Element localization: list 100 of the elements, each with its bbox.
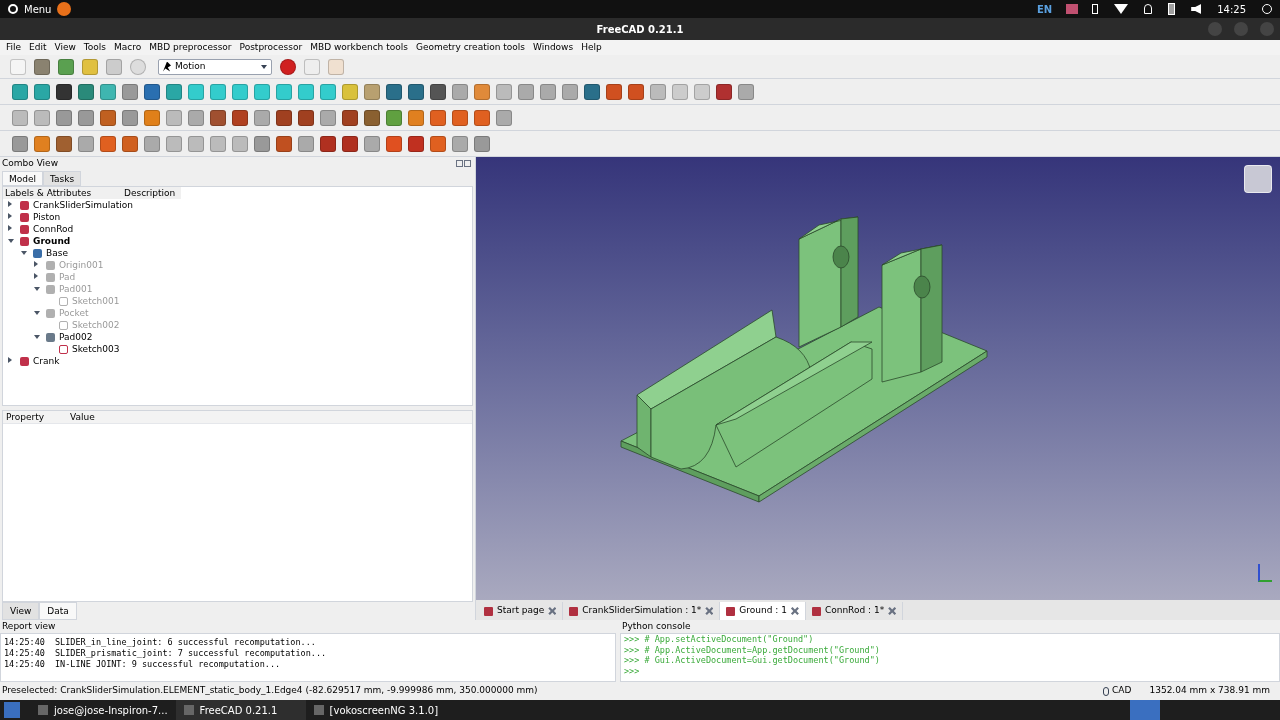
toolbar-icon[interactable] [276,109,292,126]
taskbar-item[interactable]: [vokoscreenNG 3.1.0] [305,700,447,720]
close-icon[interactable] [464,160,471,167]
app-icon [183,705,194,715]
toolbar-icon[interactable] [232,109,248,126]
sketch-icon [59,320,68,330]
toolbar-icon[interactable] [320,135,336,152]
log-message: SLIDER_prismatic_joint: 7 successful recomputation... [54,648,327,659]
close-icon[interactable] [888,607,897,615]
volume-icon [1191,4,1202,14]
clock: 14:25 [1217,2,1246,17]
column-header[interactable]: Description [124,187,176,199]
toolbar-icon[interactable] [364,109,380,126]
panel-title: Combo View [2,156,58,170]
menu-item[interactable]: Windows [533,40,574,55]
menu-item[interactable]: MBD workbench tools [310,40,408,55]
expand-arrow-icon[interactable] [8,201,12,207]
toolbar-icon[interactable] [606,83,622,100]
tree-item[interactable]: Crank [33,355,60,367]
tree-item[interactable]: Sketch003 [72,343,120,355]
expand-arrow-icon[interactable] [8,357,12,363]
dimensions: 1352.04 mm x 738.91 mm [1149,684,1270,698]
tree-item[interactable]: Ground [33,235,71,247]
expand-arrow-icon[interactable] [8,225,12,231]
language-indicator[interactable]: EN [1036,1,1053,17]
panel-title: Python console [622,619,691,633]
toolbar-icon[interactable] [408,135,424,152]
status-message: Preselected: CrankSliderSimulation.ELEMENT_static_body_1.Edge4 (-82.629517 mm, -9.999986 mm, 350.000000 mm) [2,684,538,698]
toolbar-icon[interactable] [56,83,72,100]
toolbar-icon[interactable] [628,83,644,100]
toolbar-icon[interactable] [408,83,424,100]
menu-item[interactable]: View [54,40,76,55]
taskbar-item[interactable]: FreeCAD 0.21.1 [175,700,306,720]
toolbar-icon[interactable] [430,83,446,100]
column-header[interactable]: Value [70,411,95,423]
close-icon[interactable] [705,607,714,615]
caret-icon [261,64,267,69]
tab-label: CrankSliderSimulation : 1* [582,604,702,618]
workbench-dropdown[interactable]: Motion [158,58,272,75]
toolbar-icon[interactable] [716,83,732,100]
tree-item[interactable]: Piston [33,211,61,223]
expand-arrow-icon[interactable] [34,261,38,267]
console-line: >>> # App.ActiveDocument=App.getDocument("Ground") [624,644,880,655]
tab-label: ConnRod : 1* [824,604,885,618]
tree-item[interactable]: CrankSliderSimulation [33,199,134,211]
column-header[interactable]: Labels & Attributes [3,187,124,199]
close-icon[interactable] [548,607,557,615]
app-icon [313,705,324,715]
menu-button[interactable]: Menu [24,1,52,17]
toolbar-icon[interactable] [342,109,358,126]
document-tab[interactable]: Ground : 1 [720,602,806,620]
tab-label: Ground : 1 [739,604,787,618]
expand-arrow-icon[interactable] [8,213,12,219]
console-line: >>> # App.setActiveDocument("Ground") [624,634,814,645]
tree-item[interactable]: Pad002 [59,331,93,343]
toolbar-icon[interactable] [276,135,292,152]
console-line: >>> [624,665,640,676]
toolbar-icon[interactable] [298,109,314,126]
tab-label: Start page [497,604,545,618]
toolbar-icon[interactable] [210,109,226,126]
expand-arrow-icon[interactable] [34,287,40,291]
sketch-icon [59,344,68,354]
toolbar-icon[interactable] [56,135,72,152]
taskbar-item[interactable]: jose@jose-Inspiron-7... [30,700,176,720]
log-message: SLIDER_in_line_joint: 6 successful recomputation... [54,637,316,648]
menu-item[interactable]: Postprocessor [239,40,303,55]
3d-viewport[interactable] [476,157,1280,600]
log-time: 14:25:40 [4,648,45,659]
menu-icon[interactable] [8,4,18,14]
window-title: FreeCAD 0.21.1 [596,22,684,37]
float-icon[interactable] [456,160,463,167]
menu-item[interactable]: Macro [114,40,142,55]
expand-arrow-icon[interactable] [8,239,14,243]
menu-item[interactable]: File [6,40,22,55]
menu-item[interactable]: Edit [29,40,47,55]
close-icon[interactable] [790,607,799,615]
toolbar-icon[interactable] [386,83,402,100]
app-icon [38,705,48,715]
tree-item[interactable]: ConnRod [33,223,74,235]
log-time: 14:25:40 [4,659,45,670]
toolbar-icon[interactable] [342,135,358,152]
menu-item[interactable]: Geometry creation tools [415,40,525,55]
expand-arrow-icon[interactable] [34,273,38,279]
column-header[interactable]: Property [3,411,70,423]
tab[interactable]: View [2,602,40,620]
expand-arrow-icon[interactable] [34,335,40,339]
navigation-style[interactable]: CAD [1112,684,1132,698]
tab[interactable]: Tasks [43,171,82,186]
record-icon[interactable] [280,58,296,75]
menu-item[interactable]: Help [581,40,602,55]
menu-item[interactable]: Tools [83,40,107,55]
toolbar-icon[interactable] [584,83,600,100]
expand-arrow-icon[interactable] [34,311,40,315]
menu-item[interactable]: MBD preprocessor [149,40,232,55]
tab[interactable]: Model [2,171,44,186]
axis-icon [1258,564,1272,582]
tab[interactable]: Data [39,602,77,620]
expand-arrow-icon[interactable] [21,251,27,255]
tree-item[interactable]: Base [46,247,68,259]
toolbar-icon[interactable] [144,83,160,100]
